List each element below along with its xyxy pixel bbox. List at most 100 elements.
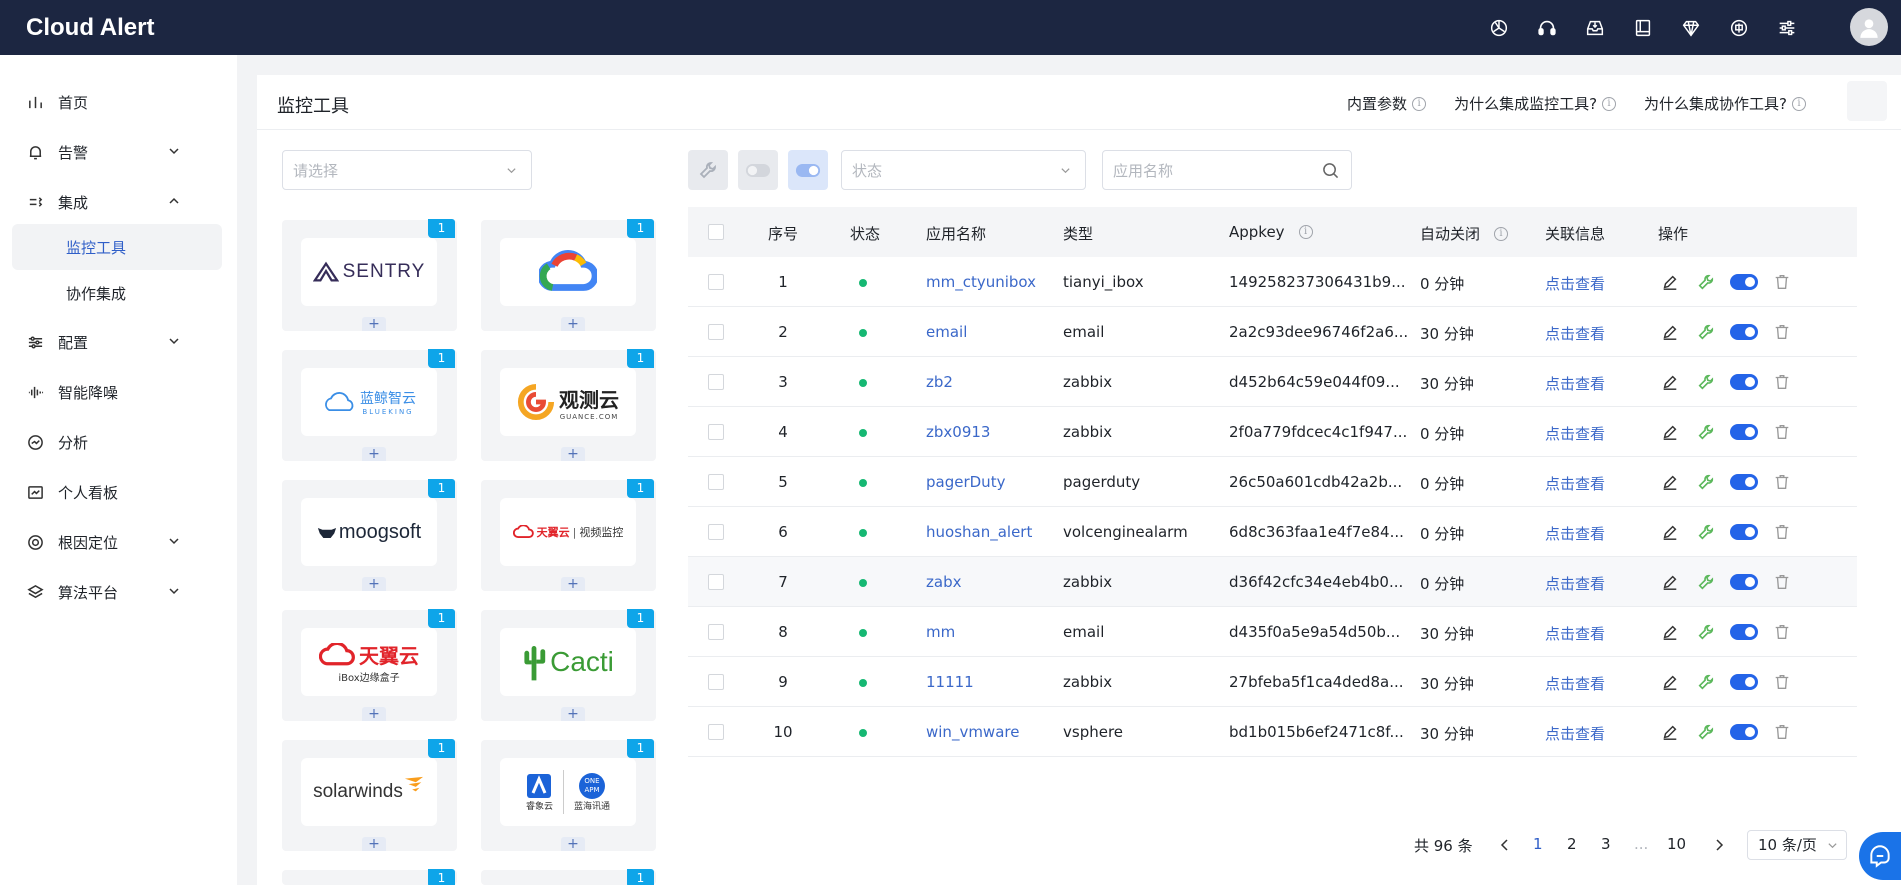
related-info-link[interactable]: 点击查看 (1545, 723, 1605, 744)
settings-sliders-icon[interactable] (1763, 0, 1811, 55)
toggle-on-button[interactable] (788, 150, 828, 190)
related-info-link[interactable]: 点击查看 (1545, 423, 1605, 444)
enable-toggle[interactable] (1730, 324, 1758, 340)
enable-toggle[interactable] (1730, 374, 1758, 390)
sidebar-subitem-monitor-tools[interactable]: 监控工具 (12, 224, 222, 270)
tool-card-guance[interactable]: 观测云 GUANCE.COM 1 + (481, 349, 656, 461)
app-name-link[interactable]: mm (926, 623, 955, 641)
tool-card-blueking[interactable]: 蓝鲸智云 BLUEKING 1 + (282, 349, 457, 461)
edit-icon[interactable] (1658, 570, 1682, 594)
trash-icon[interactable] (1770, 570, 1794, 594)
trash-icon[interactable] (1770, 370, 1794, 394)
row-checkbox[interactable] (708, 624, 724, 640)
app-name-link[interactable]: pagerDuty (926, 473, 1005, 491)
add-tool-button[interactable]: + (362, 837, 386, 851)
tool-card-sentry[interactable]: SENTRY 1 + (282, 219, 457, 331)
info-icon[interactable]: i (1494, 226, 1509, 241)
select-all-checkbox[interactable] (708, 224, 724, 240)
tool-card-cacti[interactable]: Cacti 1 + (481, 609, 656, 721)
headset-icon[interactable] (1523, 0, 1571, 55)
wrench-button[interactable] (688, 150, 728, 190)
trash-icon[interactable] (1770, 420, 1794, 444)
tool-card-google-cloud[interactable]: 1 + (481, 219, 656, 331)
related-info-link[interactable]: 点击查看 (1545, 673, 1605, 694)
sidebar-item-integration[interactable]: 集成 (12, 179, 222, 225)
add-tool-button[interactable]: + (362, 317, 386, 331)
app-name-link[interactable]: mm_ctyunibox (926, 273, 1036, 291)
wrench-icon[interactable] (1694, 620, 1718, 644)
app-name-link[interactable]: huoshan_alert (926, 523, 1032, 541)
toggle-off-button[interactable] (738, 150, 778, 190)
sidebar-item-analysis[interactable]: 分析 (12, 419, 222, 465)
add-tool-button[interactable]: + (561, 577, 585, 591)
edit-icon[interactable] (1658, 620, 1682, 644)
wrench-icon[interactable] (1694, 270, 1718, 294)
app-name-link[interactable]: zb2 (926, 373, 953, 391)
wrench-icon[interactable] (1694, 670, 1718, 694)
edit-icon[interactable] (1658, 520, 1682, 544)
add-tool-button[interactable]: + (362, 447, 386, 461)
related-info-link[interactable]: 点击查看 (1545, 373, 1605, 394)
page-3[interactable]: 3 (1601, 835, 1611, 853)
sidebar-item-home[interactable]: 首页 (12, 79, 222, 125)
wrench-icon[interactable] (1694, 720, 1718, 744)
row-checkbox[interactable] (708, 374, 724, 390)
user-avatar[interactable] (1850, 8, 1888, 46)
related-info-link[interactable]: 点击查看 (1545, 473, 1605, 494)
add-tool-button[interactable]: + (561, 837, 585, 851)
info-icon[interactable]: i (1298, 225, 1313, 239)
sidebar-item-alerts[interactable]: 告警 (12, 129, 222, 175)
wrench-icon[interactable] (1694, 370, 1718, 394)
trash-icon[interactable] (1770, 670, 1794, 694)
row-checkbox[interactable] (708, 574, 724, 590)
edit-icon[interactable] (1658, 420, 1682, 444)
page-size-select[interactable]: 10 条/页 (1747, 830, 1847, 860)
sidebar-item-algorithm-platform[interactable]: 算法平台 (12, 569, 222, 615)
trash-icon[interactable] (1770, 620, 1794, 644)
language-icon[interactable] (1715, 0, 1763, 55)
support-chat-button[interactable] (1859, 832, 1901, 880)
trash-icon[interactable] (1770, 320, 1794, 344)
row-checkbox[interactable] (708, 674, 724, 690)
tool-card-ctyun-ibox[interactable]: 天翼云 iBox边缘盒子 1 + (282, 609, 457, 721)
sidebar-item-personal-board[interactable]: 个人看板 (12, 469, 222, 515)
tool-card-ruixiangyun[interactable]: 睿象云 ONE APM 蓝海讯通 1 + (481, 739, 656, 851)
enable-toggle[interactable] (1730, 624, 1758, 640)
header-action-placeholder[interactable] (1847, 81, 1887, 121)
edit-icon[interactable] (1658, 270, 1682, 294)
edit-icon[interactable] (1658, 720, 1682, 744)
edit-icon[interactable] (1658, 370, 1682, 394)
edit-icon[interactable] (1658, 670, 1682, 694)
app-name-link[interactable]: zabx (926, 573, 961, 591)
app-name-link[interactable]: email (926, 323, 967, 341)
edit-icon[interactable] (1658, 470, 1682, 494)
enable-toggle[interactable] (1730, 424, 1758, 440)
wrench-icon[interactable] (1694, 420, 1718, 444)
related-info-link[interactable]: 点击查看 (1545, 273, 1605, 294)
trash-icon[interactable] (1770, 270, 1794, 294)
row-checkbox[interactable] (708, 324, 724, 340)
inbox-icon[interactable] (1571, 0, 1619, 55)
add-tool-button[interactable]: + (561, 707, 585, 721)
sidebar-item-noise-reduction[interactable]: 智能降噪 (12, 369, 222, 415)
wrench-icon[interactable] (1694, 470, 1718, 494)
diamond-icon[interactable] (1667, 0, 1715, 55)
app-name-link[interactable]: 11111 (926, 673, 974, 691)
tool-card-partial[interactable]: 1 (282, 869, 457, 885)
trash-icon[interactable] (1770, 470, 1794, 494)
book-icon[interactable] (1619, 0, 1667, 55)
wrench-icon[interactable] (1694, 570, 1718, 594)
enable-toggle[interactable] (1730, 574, 1758, 590)
tool-card-partial[interactable]: 1 (481, 869, 656, 885)
enable-toggle[interactable] (1730, 724, 1758, 740)
add-tool-button[interactable]: + (362, 577, 386, 591)
add-tool-button[interactable]: + (362, 707, 386, 721)
tool-card-ctyun-video[interactable]: 天翼云 | 视频监控 1 + (481, 479, 656, 591)
related-info-link[interactable]: 点击查看 (1545, 523, 1605, 544)
row-checkbox[interactable] (708, 474, 724, 490)
enable-toggle[interactable] (1730, 524, 1758, 540)
search-icon[interactable] (1322, 162, 1339, 179)
next-page-icon[interactable] (1713, 838, 1725, 852)
status-filter-select[interactable]: 状态 (841, 150, 1086, 190)
app-name-link[interactable]: win_vmware (926, 723, 1019, 741)
